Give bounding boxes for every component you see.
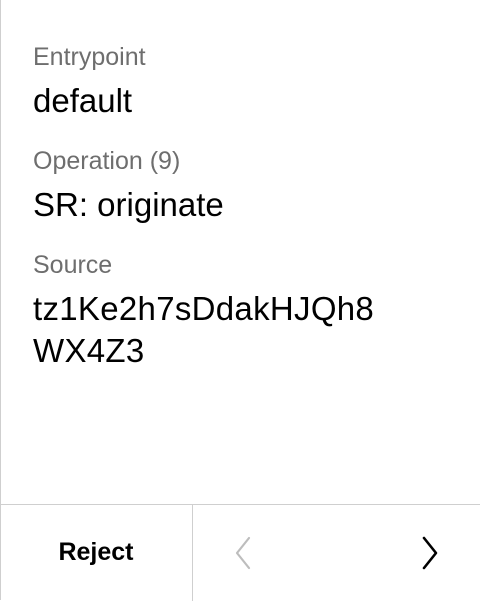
entrypoint-value: default: [33, 82, 133, 119]
next-button[interactable]: [400, 505, 460, 600]
reject-button[interactable]: Reject: [0, 505, 192, 600]
footer-divider: [192, 505, 193, 601]
operation-label: Operation (9): [33, 147, 181, 175]
action-footer: Reject: [0, 504, 480, 601]
source-value-line-1: tz1Ke2h7sDdakHJQh8: [33, 290, 375, 327]
entrypoint-label: Entrypoint: [33, 43, 146, 71]
source-value-line-2: WX4Z3: [33, 332, 145, 369]
previous-button[interactable]: [213, 505, 273, 600]
source-label: Source: [33, 251, 113, 279]
operation-value: SR: originate: [33, 186, 224, 223]
chevron-right-icon: [422, 536, 438, 569]
chevron-left-icon: [235, 536, 251, 569]
